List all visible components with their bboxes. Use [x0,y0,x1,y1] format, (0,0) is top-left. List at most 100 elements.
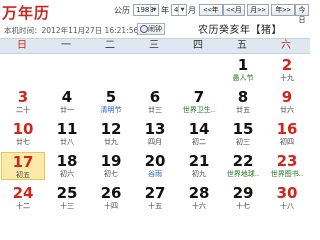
weekday-mon: 一 [61,40,71,51]
calendar-day[interactable]: 30 十八 [265,184,309,212]
calendar-day[interactable]: 13 四月 [133,120,177,148]
lunar-date-label: 世界图书.. [270,170,304,178]
next-month-button[interactable]: 月>> [247,4,269,16]
lunar-date-label: 廿八 [60,138,74,146]
day-number: 26 [100,184,122,202]
lunar-date-label: 十八 [280,202,294,210]
calendar-day[interactable]: 11 廿八 [45,120,89,148]
calendar-day[interactable]: 12 廿九 [89,120,133,148]
day-number: 12 [100,120,122,138]
next-year-button[interactable]: 年>> [271,4,295,16]
day-number: 1 [237,56,249,74]
day-number: 17 [12,153,34,171]
calendar-day[interactable]: 25 十三 [45,184,89,212]
calendar-day[interactable]: 5 清明节 [89,88,133,116]
lunar-date-label: 廿五 [236,106,250,114]
today-button[interactable]: 今日 [295,4,309,24]
lunar-date-label: 初五 [16,171,30,179]
calendar-day[interactable]: 14 初二 [177,120,221,148]
calendar-day-today[interactable]: 17 初五 [1,152,45,180]
calendar-day[interactable]: 23 世界图书.. [265,152,309,180]
day-number: 21 [188,152,210,170]
day-number: 27 [144,184,166,202]
calendar-day[interactable]: 10 廿七 [1,120,45,148]
day-number: 19 [100,152,122,170]
calendar-day[interactable]: 21 初九 [177,152,221,180]
day-number: 30 [276,184,298,202]
weekday-sun: 日 [17,40,27,51]
day-number: 29 [232,184,254,202]
day-number: 11 [56,120,78,138]
calendar-day[interactable]: 2 十九 [265,56,309,84]
calendar-day[interactable]: 15 初三 [221,120,265,148]
day-number: 18 [56,152,78,170]
lunar-date-label: 初七 [104,170,118,178]
day-number: 5 [105,88,117,106]
lunar-date-label: 二十 [16,106,30,114]
lunar-date-label: 十九 [280,74,294,82]
calendar-day[interactable]: 3 二十 [1,88,45,116]
day-number: 3 [17,88,29,106]
lunar-date-label: 十四 [104,202,118,210]
day-number: 10 [12,120,34,138]
calendar-day[interactable]: 26 十四 [89,184,133,212]
lunar-date-label: 廿三 [148,106,162,114]
day-number: 20 [144,152,166,170]
year-select[interactable]: 1983 ▼ [133,4,159,16]
calendar-day[interactable]: 20 谷雨 [133,152,177,180]
day-number: 16 [276,120,298,138]
weekday-thu: 四 [193,40,203,51]
lunar-date-label: 廿六 [280,106,294,114]
calendar-day[interactable]: 6 廿三 [133,88,177,116]
calendar-day[interactable]: 28 十六 [177,184,221,212]
lunar-date-label: 十七 [236,202,250,210]
alarm-label: 闹钟 [148,25,162,33]
lunar-date-label: 廿九 [104,138,118,146]
lunar-date-label: 十五 [148,202,162,210]
alarm-button[interactable]: 闹钟 [137,23,165,35]
lunar-date-label: 世界卫生.. [182,106,216,114]
lunar-date-label: 十二 [16,202,30,210]
lunar-date-label: 初六 [60,170,74,178]
gregorian-label: 公历 [114,6,130,15]
prev-year-button[interactable]: <<年 [199,4,223,16]
lunar-date-label: 初四 [280,138,294,146]
lunar-date-label: 廿一 [60,106,74,114]
calendar-day[interactable]: 8 廿五 [221,88,265,116]
day-number: 4 [61,88,73,106]
chevron-down-icon: ▼ [150,5,158,15]
day-number: 25 [56,184,78,202]
day-number: 8 [237,88,249,106]
calendar-day[interactable]: 29 十七 [221,184,265,212]
calendar-day[interactable]: 4 廿一 [45,88,89,116]
calendar-day[interactable]: 9 廿六 [265,88,309,116]
clock-icon [140,25,148,33]
calendar-day[interactable]: 19 初七 [89,152,133,180]
lunar-date-label: 四月 [148,138,162,146]
lunar-year-title: 农历癸亥年【猪】 [198,25,282,36]
chevron-down-icon: ▼ [178,5,186,15]
calendar-day[interactable]: 27 十五 [133,184,177,212]
day-number: 23 [276,152,298,170]
day-number: 9 [281,88,293,106]
calendar-day[interactable]: 24 十二 [1,184,45,212]
calendar-day[interactable]: 7 世界卫生.. [177,88,221,116]
weekday-fri: 五 [237,40,247,51]
day-number: 7 [193,88,205,106]
lunar-date-label: 初二 [192,138,206,146]
month-select[interactable]: 4 ▼ [171,4,187,16]
lunar-date-label: 愚人节 [232,74,254,82]
day-number: 28 [188,184,210,202]
weekday-header: 日 一 二 三 四 五 六 [0,38,310,54]
day-number: 6 [149,88,161,106]
day-number: 13 [144,120,166,138]
day-number: 24 [12,184,34,202]
prev-month-button[interactable]: <<月 [223,4,245,16]
weekday-sat: 六 [281,40,291,51]
calendar-day[interactable]: 18 初六 [45,152,89,180]
lunar-date-label: 初三 [236,138,250,146]
calendar-day[interactable]: 22 世界地球.. [221,152,265,180]
calendar-day[interactable]: 1 愚人节 [221,56,265,84]
local-time-text: 本机时间：2012年11月27日 16:21:56 [4,26,139,35]
calendar-day[interactable]: 16 初四 [265,120,309,148]
